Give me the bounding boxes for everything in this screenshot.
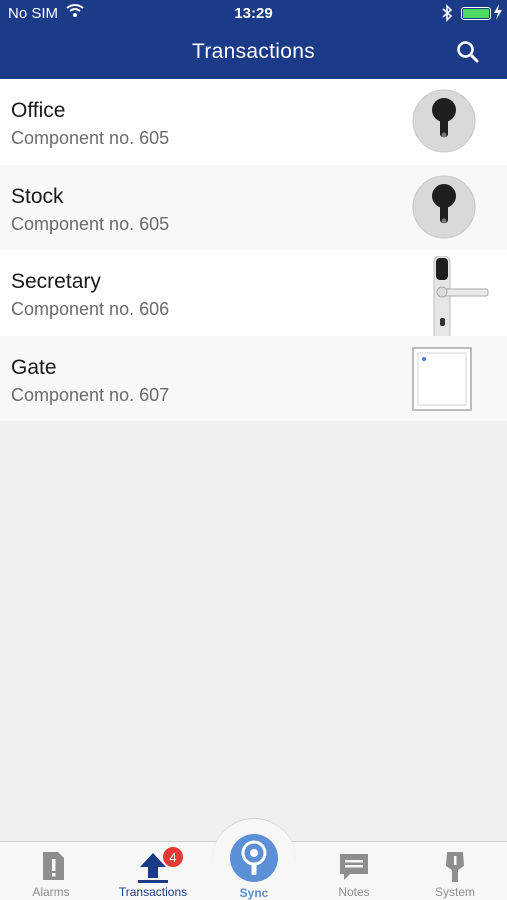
cylinder-lock-icon [410,85,480,159]
transaction-row[interactable]: Stock Component no. 605 [0,164,507,250]
notes-icon [340,854,368,880]
search-icon[interactable] [456,40,480,64]
tab-notes[interactable]: Notes [304,842,404,900]
transaction-subtitle: Component no. 607 [11,384,170,405]
charging-icon [493,4,503,23]
battery-icon [461,7,491,20]
tab-alarms[interactable]: Alarms [1,842,101,900]
tab-notes-label: Notes [338,885,370,899]
alarm-icon [43,852,64,880]
wall-reader-icon [410,342,480,416]
transactions-count-badge: 4 [162,846,184,868]
tab-transactions[interactable]: 4 Transactions [103,842,203,900]
page-title: Transactions [191,40,316,63]
transaction-subtitle: Component no. 605 [11,213,170,234]
tab-system-label: System [434,885,475,899]
tab-sync-label: Sync [239,886,269,900]
door-handle-icon [410,255,489,341]
clock: 13:29 [234,5,273,22]
transaction-title: Stock [11,184,64,208]
transaction-subtitle: Component no. 605 [11,128,170,148]
transaction-list: Office Component no. 605 Stock Component… [0,79,507,421]
transaction-row[interactable]: Secretary Component no. 606 [0,250,507,341]
transaction-title: Office [11,99,66,122]
tab-transactions-label: Transactions [118,885,188,899]
tab-alarms-label: Alarms [32,885,70,899]
sync-key-icon [241,840,267,875]
navigation-bar: No SIM 13:29 Transactions [0,0,507,79]
status-bar: No SIM 13:29 [0,0,507,28]
sync-button[interactable] [230,834,278,882]
system-key-icon [446,852,464,882]
cylinder-lock-icon [410,171,480,245]
transaction-title: Secretary [11,270,101,293]
bluetooth-icon [441,4,453,26]
tab-system[interactable]: System [405,842,505,900]
transaction-row[interactable]: Gate Component no. 607 [0,335,507,421]
transaction-row[interactable]: Office Component no. 605 [0,79,507,165]
transaction-title: Gate [11,355,57,379]
transaction-subtitle: Component no. 606 [11,299,170,319]
